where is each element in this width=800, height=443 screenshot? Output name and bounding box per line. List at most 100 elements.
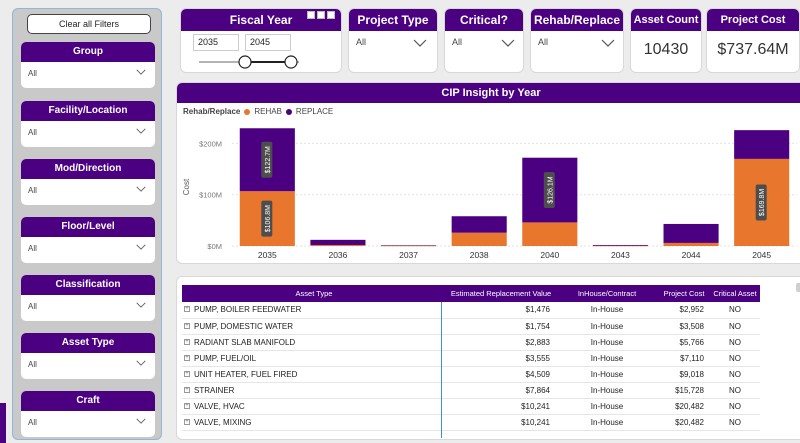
asset-count-card: Asset Count 10430 bbox=[630, 8, 702, 73]
clear-filters-button[interactable]: Clear all Filters bbox=[27, 14, 151, 34]
cell-replacement-value: $1,754 bbox=[446, 318, 556, 335]
expand-icon[interactable]: + bbox=[184, 322, 190, 329]
bar-rehab-2043[interactable] bbox=[592, 245, 648, 247]
bar-rehab-2036[interactable] bbox=[310, 244, 366, 246]
x-tick-label: 2036 bbox=[328, 250, 347, 260]
data-label-text: $106.8M bbox=[265, 205, 272, 232]
cell-replacement-value: $1,476 bbox=[446, 302, 556, 319]
chevron-down-icon[interactable] bbox=[136, 126, 146, 136]
cell-replacement-value: $10,241 bbox=[446, 398, 556, 415]
bar-rehab-2040[interactable] bbox=[522, 222, 578, 246]
chevron-down-icon[interactable] bbox=[136, 358, 146, 368]
year-to-input[interactable]: 2045 bbox=[245, 34, 291, 51]
bar-replace-2045[interactable] bbox=[734, 130, 790, 159]
bar-rehab-2044[interactable] bbox=[663, 242, 719, 246]
cell-project-cost: $3,508 bbox=[658, 318, 710, 335]
col-header-replacement-value[interactable]: Estimated Replacement Value bbox=[446, 285, 556, 302]
chevron-down-icon[interactable] bbox=[136, 300, 146, 310]
x-tick-label: 2040 bbox=[540, 250, 559, 260]
cell-inhouse: In-House bbox=[556, 318, 658, 335]
cell-inhouse: In-House bbox=[556, 414, 658, 431]
table-scrollbar[interactable] bbox=[796, 283, 800, 292]
year-range-slider[interactable] bbox=[199, 54, 299, 70]
expand-icon[interactable]: + bbox=[184, 402, 190, 409]
filter-card: Floor/Level All bbox=[21, 217, 155, 263]
critical-select[interactable]: All bbox=[452, 37, 462, 47]
chart-title: CIP Insight by Year bbox=[177, 83, 800, 103]
filter-select[interactable]: All bbox=[26, 239, 150, 259]
left-accent-bar bbox=[0, 403, 6, 443]
filter-select[interactable]: All bbox=[26, 413, 150, 433]
more-icon[interactable] bbox=[327, 11, 335, 19]
dashboard: Clear all Filters Group All Facility/Locat… bbox=[0, 0, 800, 443]
filter-card: Group All bbox=[21, 42, 155, 88]
bar-rehab-2038[interactable] bbox=[451, 232, 507, 246]
cell-asset-type: + PUMP, DOMESTIC WATER bbox=[182, 318, 446, 335]
chevron-down-icon[interactable] bbox=[501, 37, 515, 49]
bar-replace-2036[interactable] bbox=[310, 239, 366, 245]
expand-icon[interactable]: + bbox=[184, 338, 190, 345]
cell-inhouse: In-House bbox=[556, 350, 658, 367]
filter-select[interactable]: All bbox=[26, 355, 150, 375]
focus-icon[interactable] bbox=[317, 11, 325, 19]
data-label-text: $122.7M bbox=[265, 146, 272, 173]
slider-handle-start[interactable] bbox=[238, 55, 252, 69]
filter-select[interactable]: All bbox=[26, 181, 150, 201]
cell-project-cost: $5,766 bbox=[658, 334, 710, 351]
table-row[interactable]: + UNIT HEATER, FUEL FIRED $4,509 In-House $9… bbox=[182, 366, 760, 383]
eraser-icon[interactable] bbox=[307, 11, 315, 19]
chevron-down-icon[interactable] bbox=[136, 416, 146, 426]
table-row[interactable]: + PUMP, BOILER FEEDWATER $1,476 In-House $2,… bbox=[182, 302, 760, 319]
table-row[interactable]: + PUMP, DOMESTIC WATER $1,754 In-House $3,50… bbox=[182, 318, 760, 335]
filter-select[interactable]: All bbox=[26, 297, 150, 317]
bar-replace-2037[interactable] bbox=[381, 245, 437, 246]
slider-handle-end[interactable] bbox=[284, 55, 298, 69]
col-header-critical[interactable]: Critical Asset bbox=[710, 285, 760, 302]
year-from-input[interactable]: 2035 bbox=[193, 34, 239, 51]
table-row[interactable]: + STRAINER $7,864 In-House $15,728 NO bbox=[182, 382, 760, 399]
cell-asset-type: + PUMP, BOILER FEEDWATER bbox=[182, 302, 446, 319]
rehab-replace-select[interactable]: All bbox=[538, 37, 548, 47]
cell-inhouse: In-House bbox=[556, 366, 658, 383]
cell-critical: NO bbox=[710, 382, 760, 399]
table-row[interactable]: + VALVE, HVAC $10,241 In-House $20,482 NO bbox=[182, 398, 760, 415]
bar-rehab-2037[interactable] bbox=[381, 245, 437, 247]
data-label: $106.8M bbox=[261, 200, 273, 237]
chevron-down-icon[interactable] bbox=[413, 37, 427, 49]
chevron-down-icon[interactable] bbox=[136, 67, 146, 77]
bar-replace-2038[interactable] bbox=[451, 216, 507, 233]
filter-panel: Clear all Filters Group All Facility/Locat… bbox=[12, 8, 162, 440]
cell-inhouse: In-House bbox=[556, 382, 658, 399]
bar-replace-2044[interactable] bbox=[663, 223, 719, 243]
expand-icon[interactable]: + bbox=[184, 386, 190, 393]
filter-title: Classification bbox=[21, 275, 155, 295]
cell-replacement-value: $4,509 bbox=[446, 366, 556, 383]
chevron-down-icon[interactable] bbox=[136, 184, 146, 194]
cell-project-cost: $9,018 bbox=[658, 366, 710, 383]
cell-critical: NO bbox=[710, 414, 760, 431]
table-row[interactable]: + VALVE, MIXING $10,241 In-House $20,482 NO bbox=[182, 414, 760, 431]
x-tick-label: 2043 bbox=[611, 250, 630, 260]
table-row[interactable]: + PUMP, FUEL/OIL $3,555 In-House $7,110 NO bbox=[182, 350, 760, 367]
cell-asset-type: + VALVE, HVAC bbox=[182, 398, 446, 415]
cell-replacement-value: $3,555 bbox=[446, 350, 556, 367]
expand-icon[interactable]: + bbox=[184, 354, 190, 361]
filter-value: All bbox=[28, 418, 37, 427]
chevron-down-icon[interactable] bbox=[136, 242, 146, 252]
slicer-options-icons[interactable] bbox=[307, 11, 335, 19]
col-header-project-cost[interactable]: Project Cost bbox=[658, 285, 710, 302]
chevron-down-icon[interactable] bbox=[601, 37, 615, 49]
expand-icon[interactable]: + bbox=[184, 418, 190, 425]
filter-select[interactable]: All bbox=[26, 123, 150, 143]
expand-icon[interactable]: + bbox=[184, 370, 190, 377]
bar-replace-2043[interactable] bbox=[592, 244, 648, 246]
project-type-select[interactable]: All bbox=[356, 37, 366, 47]
expand-icon[interactable]: + bbox=[184, 306, 190, 312]
table-row[interactable]: + RADIANT SLAB MANIFOLD $2,883 In-House $5,7… bbox=[182, 334, 760, 351]
col-header-asset-type[interactable]: Asset Type bbox=[182, 285, 446, 302]
cell-critical: NO bbox=[710, 350, 760, 367]
filter-select[interactable]: All bbox=[26, 64, 150, 84]
project-type-title: Project Type bbox=[349, 9, 437, 31]
filter-value: All bbox=[28, 244, 37, 253]
col-header-inhouse[interactable]: InHouse/Contract bbox=[556, 285, 658, 302]
